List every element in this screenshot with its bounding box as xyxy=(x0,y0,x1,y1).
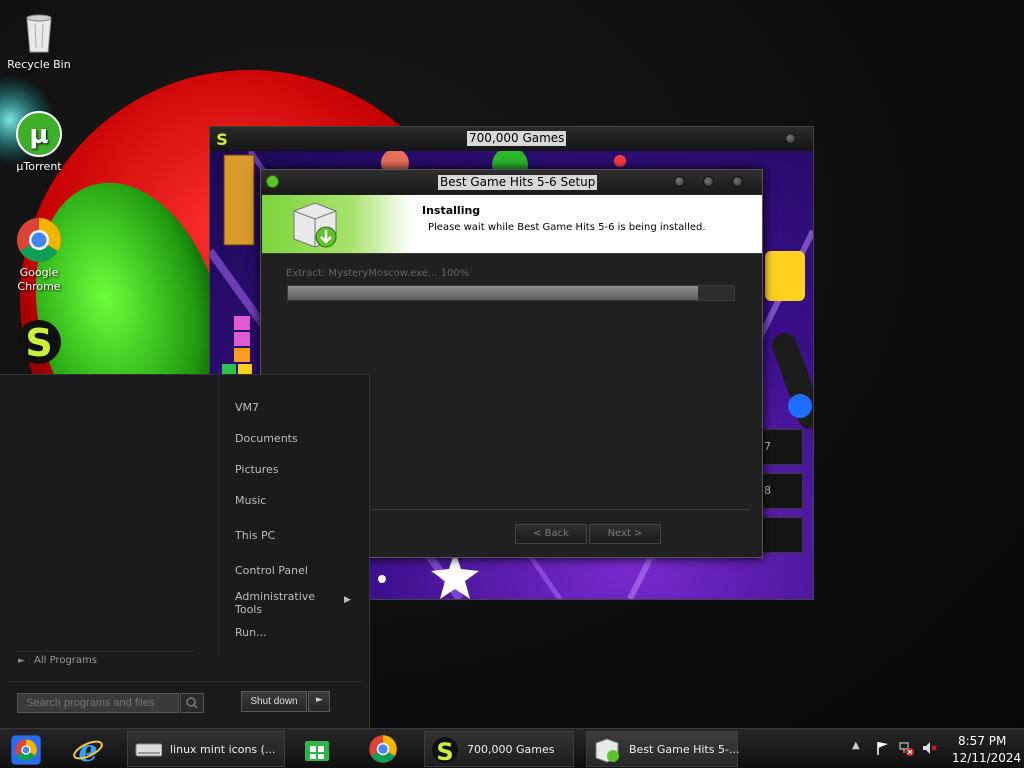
recycle-bin-icon xyxy=(15,8,63,56)
all-programs-button[interactable]: ► All Programs xyxy=(16,651,194,669)
internet-explorer-icon: e xyxy=(73,734,103,766)
arrow-right-icon: ► xyxy=(316,695,323,705)
svg-text:S: S xyxy=(216,130,228,148)
taskbar-button-label: Best Game Hits 5-... xyxy=(629,743,740,756)
start-menu-item-pictures[interactable]: Pictures xyxy=(235,463,279,476)
install-box-icon xyxy=(293,202,337,248)
install-progress-bar xyxy=(287,285,735,301)
desktop-icon-utorrent[interactable]: µ µTorrent xyxy=(4,110,74,174)
submenu-arrow-icon: ▶ xyxy=(344,595,351,605)
s-logo-icon: S xyxy=(15,318,63,366)
s-logo-icon: S xyxy=(216,130,228,148)
start-menu-programs-pane xyxy=(0,375,218,675)
footer-divider xyxy=(371,509,751,510)
shutdown-options-button[interactable]: ► xyxy=(308,691,330,712)
game-side-button[interactable] xyxy=(761,517,803,553)
start-menu-item-administrative-tools[interactable]: Administrative Tools xyxy=(235,590,325,616)
install-status-text: Extract: MysteryMoscow.exe... 100% xyxy=(286,268,470,279)
minimize-icon[interactable] xyxy=(674,176,685,187)
show-hidden-icons-chevron-icon[interactable]: ▲ xyxy=(852,740,868,756)
svg-text:e: e xyxy=(78,734,97,766)
install-progress-fill xyxy=(288,286,699,300)
back-button[interactable]: < Back xyxy=(515,524,587,544)
store-icon xyxy=(305,741,329,761)
start-menu-divider xyxy=(218,375,219,655)
taskbar-store[interactable] xyxy=(297,731,337,767)
close-icon[interactable] xyxy=(785,133,796,144)
start-menu-item-this-pc[interactable]: This PC xyxy=(235,529,275,542)
game-side-button[interactable]: 8 xyxy=(761,473,803,509)
all-programs-label: All Programs xyxy=(34,655,97,666)
taskbar-internet-explorer[interactable]: e xyxy=(68,731,108,767)
taskbar-button-label: linux mint icons (... xyxy=(170,743,276,756)
search-button[interactable] xyxy=(180,693,204,713)
game-side-button[interactable]: 7 xyxy=(761,429,803,465)
setup-dialog-title: Best Game Hits 5-6 Setup xyxy=(438,175,598,190)
maximize-icon[interactable] xyxy=(703,176,714,187)
next-button[interactable]: Next > xyxy=(589,524,661,544)
search-icon xyxy=(186,697,198,709)
start-menu-item-documents[interactable]: Documents xyxy=(235,432,298,445)
desktop-icon-google-chrome[interactable]: Google Chrome xyxy=(4,216,74,294)
desktop-icon-label: Google Chrome xyxy=(17,266,61,293)
volume-muted-icon[interactable] xyxy=(921,740,937,756)
drive-icon xyxy=(135,743,162,757)
start-orb-icon xyxy=(11,735,41,765)
chrome-icon xyxy=(15,216,63,264)
game-window-title: 700,000 Games xyxy=(467,131,567,146)
setup-step-title: Installing xyxy=(422,204,481,217)
setup-dialog-titlebar[interactable]: Best Game Hits 5-6 Setup xyxy=(261,170,762,194)
chrome-icon xyxy=(369,735,397,763)
taskbar: e linux mint icons (... S 700,000 Games xyxy=(0,728,1024,768)
utorrent-icon: µ xyxy=(15,110,63,158)
start-menu-item-run[interactable]: Run... xyxy=(235,626,267,639)
taskbar-google-chrome[interactable] xyxy=(362,731,406,767)
start-menu-item-vm7[interactable]: VM7 xyxy=(235,401,259,414)
taskbar-file-explorer-window[interactable]: linux mint icons (... xyxy=(127,731,285,767)
start-menu-item-music[interactable]: Music xyxy=(235,494,266,507)
start-menu[interactable]: VM7 Documents Pictures Music This PC Con… xyxy=(0,374,370,728)
header-divider xyxy=(262,253,762,254)
search-input[interactable] xyxy=(17,693,179,713)
taskbar-game-window[interactable]: S 700,000 Games xyxy=(424,731,574,767)
start-button[interactable] xyxy=(6,731,46,767)
shutdown-button[interactable]: Shut down xyxy=(241,691,307,712)
desktop-icon-label: Recycle Bin xyxy=(7,58,71,71)
start-menu-item-control-panel[interactable]: Control Panel xyxy=(235,564,308,577)
svg-text:µ: µ xyxy=(29,120,48,150)
desktop-icon-700000-games[interactable]: S xyxy=(4,318,74,368)
install-box-icon xyxy=(595,738,619,763)
taskbar-clock-time[interactable]: 8:57 PM xyxy=(958,734,1006,748)
action-center-flag-icon[interactable] xyxy=(875,740,891,756)
desktop-icon-label: µTorrent xyxy=(16,160,62,173)
svg-text:S: S xyxy=(25,321,52,365)
taskbar-clock-date[interactable]: 12/11/2024 xyxy=(952,751,1021,765)
network-disconnected-icon[interactable] xyxy=(898,740,914,756)
game-window-titlebar[interactable]: S 700,000 Games xyxy=(210,127,813,151)
setup-header-banner: Installing Please wait while Best Game H… xyxy=(262,195,762,253)
arrow-right-icon: ► xyxy=(18,656,25,666)
svg-text:S: S xyxy=(436,738,453,764)
installer-icon xyxy=(266,175,279,188)
desktop-icon-recycle-bin[interactable]: Recycle Bin xyxy=(4,8,74,72)
taskbar-setup-window[interactable]: Best Game Hits 5-... xyxy=(586,731,740,767)
s-logo-icon: S xyxy=(432,737,458,764)
setup-step-subtitle: Please wait while Best Game Hits 5-6 is … xyxy=(428,222,706,233)
taskbar-button-label: 700,000 Games xyxy=(467,743,555,756)
close-icon[interactable] xyxy=(732,176,743,187)
